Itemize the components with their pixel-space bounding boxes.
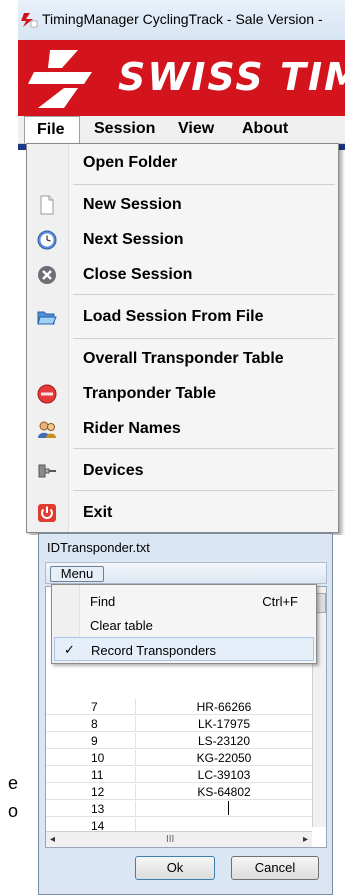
menu-item-label: Record Transponders xyxy=(91,643,217,658)
timing-manager-window: TimingManager CyclingTrack - Sale Versio… xyxy=(18,0,345,535)
main-menubar: File Session View About xyxy=(18,116,345,144)
menu-separator xyxy=(73,448,335,449)
menu-button[interactable]: Menu xyxy=(50,566,104,582)
device-icon xyxy=(38,464,56,478)
menu-item-label: Rider Names xyxy=(83,420,181,437)
table-row[interactable]: 7 HR-66266 xyxy=(46,699,312,715)
menu-session[interactable]: Session xyxy=(94,120,155,138)
transponder-cell[interactable]: KS-64802 xyxy=(136,784,312,800)
row-number: 13 xyxy=(46,801,136,817)
transponder-cell[interactable]: LC-39103 xyxy=(136,767,312,783)
transponder-cell[interactable]: LK-17975 xyxy=(136,716,312,732)
menu-item-clear-table[interactable]: Clear table xyxy=(52,613,316,637)
menu-item-label: Close Session xyxy=(83,266,193,283)
swiss-timing-logo-icon xyxy=(28,50,92,108)
scroll-left-arrow-icon[interactable]: ◂ xyxy=(50,834,55,845)
idtransponder-dialog: IDTransponder.txt Menu 7 HR-66266 8 LK-1… xyxy=(38,533,333,895)
table-row[interactable]: 10 KG-22050 xyxy=(46,750,312,766)
title-bar: TimingManager CyclingTrack - Sale Versio… xyxy=(18,0,345,40)
menu-item-load-session[interactable]: Load Session From File xyxy=(27,302,338,332)
table-row[interactable]: 12 KS-64802 xyxy=(46,784,312,800)
menu-item-overall-transponder-table[interactable]: Overall Transponder Table xyxy=(27,344,338,374)
row-number: 11 xyxy=(46,767,136,783)
background-text-fragment: e xyxy=(8,773,19,793)
row-number: 12 xyxy=(46,784,136,800)
menu-item-close-session[interactable]: Close Session xyxy=(27,260,338,290)
menu-separator xyxy=(73,490,335,491)
menu-item-label: Load Session From File xyxy=(83,308,264,325)
dialog-title: IDTransponder.txt xyxy=(47,540,150,555)
menu-item-new-session[interactable]: New Session xyxy=(27,190,338,220)
row-number: 9 xyxy=(46,733,136,749)
transponder-cell[interactable]: HR-66266 xyxy=(136,699,312,715)
menu-item-exit[interactable]: Exit xyxy=(27,498,338,528)
menu-item-open-folder[interactable]: Open Folder xyxy=(27,148,338,178)
table-row[interactable]: 11 LC-39103 xyxy=(46,767,312,783)
row-number: 8 xyxy=(46,716,136,732)
menu-item-label: Find xyxy=(90,594,116,609)
horizontal-scrollbar[interactable]: ◂ III ▸ xyxy=(46,831,312,847)
table-row[interactable]: 9 LS-23120 xyxy=(46,733,312,749)
transponder-cell[interactable]: LS-23120 xyxy=(136,733,312,749)
menu-item-label: Clear table xyxy=(90,618,153,633)
app-icon xyxy=(21,13,38,28)
dialog-menubar: Menu xyxy=(45,562,327,584)
clock-icon xyxy=(37,230,57,250)
window-title: TimingManager CyclingTrack - Sale Versio… xyxy=(42,11,323,27)
menu-file[interactable]: File xyxy=(24,116,80,144)
menu-item-label: Next Session xyxy=(83,231,184,248)
red-circle-icon xyxy=(37,384,57,404)
menu-separator xyxy=(73,294,335,295)
dialog-context-menu: Find Ctrl+F Clear table ✓ Record Transpo… xyxy=(51,584,317,664)
menu-item-devices[interactable]: Devices xyxy=(27,456,338,486)
close-circle-icon xyxy=(38,266,56,284)
file-menu-dropdown: Open Folder New Session Next Session Clo… xyxy=(26,143,339,533)
row-number: 10 xyxy=(46,750,136,766)
power-icon xyxy=(38,504,56,522)
menu-separator xyxy=(73,338,335,339)
menu-item-find[interactable]: Find Ctrl+F xyxy=(52,589,316,613)
blank-document-icon xyxy=(40,195,54,215)
ok-button[interactable]: Ok xyxy=(135,856,215,880)
users-icon xyxy=(38,421,56,438)
menu-item-label: Devices xyxy=(83,462,144,479)
scroll-right-arrow-icon[interactable]: ▸ xyxy=(303,834,308,845)
swiss-timing-banner: SWISS TIM xyxy=(18,40,345,116)
background-text-fragment: o xyxy=(8,801,19,821)
row-number: 7 xyxy=(46,699,136,715)
menu-item-record-transponders[interactable]: ✓ Record Transponders xyxy=(54,637,314,661)
menu-item-label: Tranponder Table xyxy=(83,385,217,402)
menu-item-label: Exit xyxy=(83,504,113,521)
table-row[interactable]: 13 xyxy=(46,801,312,817)
menu-item-label: New Session xyxy=(83,196,182,213)
menu-about[interactable]: About xyxy=(242,120,288,138)
menu-item-next-session[interactable]: Next Session xyxy=(27,225,338,255)
cancel-button[interactable]: Cancel xyxy=(231,856,319,880)
shortcut-label: Ctrl+F xyxy=(262,594,298,609)
brand-text: SWISS TIM xyxy=(118,55,345,99)
menu-item-label: Open Folder xyxy=(83,154,178,171)
open-folder-icon xyxy=(37,311,57,325)
menu-item-rider-names[interactable]: Rider Names xyxy=(27,414,338,444)
transponder-cell[interactable]: KG-22050 xyxy=(136,750,312,766)
menu-item-transponder-table[interactable]: Tranponder Table xyxy=(27,379,338,409)
text-cursor xyxy=(228,801,229,815)
table-row[interactable]: 8 LK-17975 xyxy=(46,716,312,732)
checkmark-icon: ✓ xyxy=(64,642,75,657)
transponder-cell[interactable] xyxy=(136,801,312,817)
menu-view[interactable]: View xyxy=(178,120,214,138)
menu-separator xyxy=(73,184,335,185)
menu-item-label: Overall Transponder Table xyxy=(83,350,284,367)
scroll-thumb-grip[interactable]: III xyxy=(166,834,174,845)
